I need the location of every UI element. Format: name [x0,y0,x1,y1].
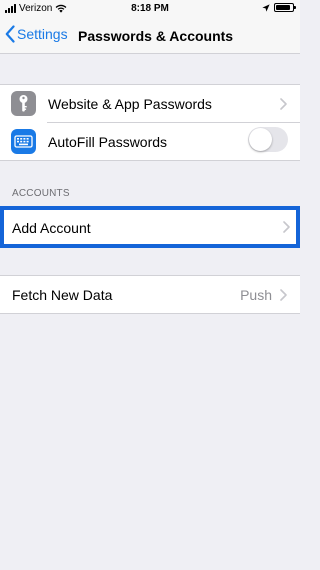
website-app-passwords-row[interactable]: Website & App Passwords [0,85,300,122]
chevron-left-icon [5,25,15,43]
fetch-new-data-value: Push [240,286,272,303]
key-tile [11,91,36,116]
autofill-toggle[interactable] [248,127,288,152]
back-button-label: Settings [17,26,68,42]
keyboard-icon [14,135,33,148]
back-button[interactable]: Settings [5,25,68,43]
battery-fill [276,5,290,10]
fetch-new-data-row[interactable]: Fetch New Data Push [0,276,300,313]
website-app-passwords-label: Website & App Passwords [48,95,212,112]
add-account-label: Add Account [12,220,91,236]
toggle-knob [249,128,272,151]
clock-time: 8:18 PM [131,3,169,14]
fetch-new-data-label: Fetch New Data [12,286,113,303]
keyboard-tile [11,129,36,154]
settings-screen: Verizon 8:18 PM Settings Passwords & Acc… [0,0,300,570]
location-arrow-icon [262,3,270,12]
page-title: Passwords & Accounts [78,28,234,44]
accounts-section-header: ACCOUNTS [12,188,70,199]
chevron-right-icon [280,288,287,301]
add-account-row[interactable]: Add Account [0,206,300,248]
status-bar: Verizon 8:18 PM [0,0,300,18]
chevron-right-icon [283,221,290,233]
autofill-passwords-row: AutoFill Passwords [0,123,300,160]
battery-icon [274,3,296,12]
passwords-group: Website & App Passwords AutoFill Passwor… [0,84,300,161]
key-icon [19,95,28,112]
autofill-passwords-label: AutoFill Passwords [48,133,168,150]
fetch-group: Fetch New Data Push [0,275,300,314]
navigation-bar: Settings Passwords & Accounts [0,18,300,54]
chevron-right-icon [280,97,287,110]
status-right [262,3,296,12]
